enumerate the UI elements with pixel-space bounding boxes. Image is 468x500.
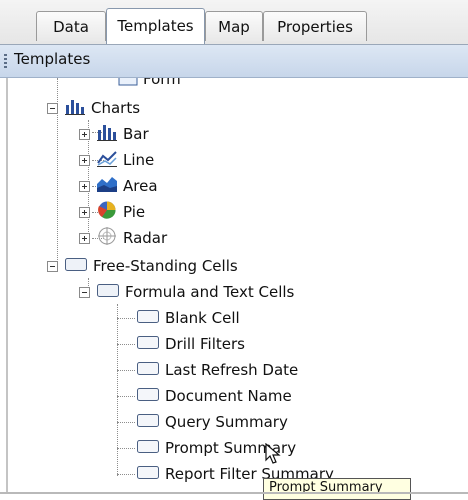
tree-item-area[interactable]: Area [79,174,158,198]
cell-icon [136,412,160,432]
cell-icon [64,256,88,276]
tree-item-formula-and-text-cells[interactable]: Formula and Text Cells [79,280,294,304]
area-chart-icon [96,174,118,198]
tree-item-label: Radar [123,229,168,247]
panel-title: Templates [14,50,91,68]
tree-line [117,318,135,319]
tree-item-label: Blank Cell [165,309,240,327]
tree-line [117,422,135,423]
tree-item-label: Bar [123,125,149,143]
tree-item-label: Query Summary [165,413,288,431]
bar-chart-icon [96,122,118,146]
cell-icon [136,464,160,484]
cell-icon [136,308,160,328]
tree-item-blank-cell[interactable]: Blank Cell [136,306,240,330]
tree-item-pie[interactable]: Pie [79,200,145,224]
expand-icon[interactable] [79,154,90,166]
expand-icon[interactable] [79,206,90,218]
tree-line [117,448,135,449]
charts-icon [64,96,86,120]
tree-item-drill-filters[interactable]: Drill Filters [136,332,245,356]
cell-icon [136,438,160,458]
panel-header: Templates [0,45,468,78]
line-chart-icon [96,148,118,172]
cell-icon [136,386,160,406]
mouse-pointer-icon [265,442,281,469]
tree-item-query-summary[interactable]: Query Summary [136,410,288,434]
tree-item-last-refresh-date[interactable]: Last Refresh Date [136,358,298,382]
tree-line [117,344,135,345]
expand-icon[interactable] [79,128,90,140]
tree-line [117,396,135,397]
cell-icon [96,282,120,302]
tree-item-label: Form [143,78,181,88]
tree-item-line[interactable]: Line [79,148,154,172]
tree-line [117,474,135,475]
tree-item-free-standing-cells[interactable]: Free-Standing Cells [47,254,238,278]
tree-item-label: Drill Filters [165,335,245,353]
tree-item-label: Last Refresh Date [165,361,299,379]
radar-chart-icon [96,226,118,250]
collapse-icon[interactable] [47,260,58,272]
tree-item-document-name[interactable]: Document Name [136,384,292,408]
tree-item-label: Area [123,177,158,195]
tree-item-label: Charts [91,99,141,117]
tree-item-charts[interactable]: Charts [47,96,140,120]
tree-item-bar[interactable]: Bar [79,122,149,146]
tree-item-form[interactable]: Form [118,78,181,91]
collapse-icon[interactable] [79,286,90,298]
tab-strip: Data Templates Map Properties [0,0,468,45]
collapse-icon[interactable] [47,102,58,114]
cell-icon [136,334,160,354]
tab-templates[interactable]: Templates [106,8,205,44]
cell-icon [136,360,160,380]
form-icon [118,78,138,90]
tab-properties[interactable]: Properties [263,11,367,41]
tree-item-label: Pie [123,203,146,221]
tooltip: Prompt Summary [263,478,411,500]
expand-icon[interactable] [79,180,90,192]
tree-line [117,304,118,476]
tab-map[interactable]: Map [205,11,263,41]
pie-chart-icon [96,200,118,224]
tree-item-label: Line [123,151,155,169]
tree-item-label: Formula and Text Cells [125,283,295,301]
tree-item-label: Free-Standing Cells [93,257,238,275]
tree-item-label: Document Name [165,387,292,405]
expand-icon[interactable] [79,232,90,244]
tree-item-radar[interactable]: Radar [79,226,167,250]
tree-line [117,370,135,371]
grip-icon[interactable] [4,54,7,68]
tab-data[interactable]: Data [36,11,106,41]
template-tree: Form Charts Bar Line Area Pie Radar Free… [0,78,468,494]
